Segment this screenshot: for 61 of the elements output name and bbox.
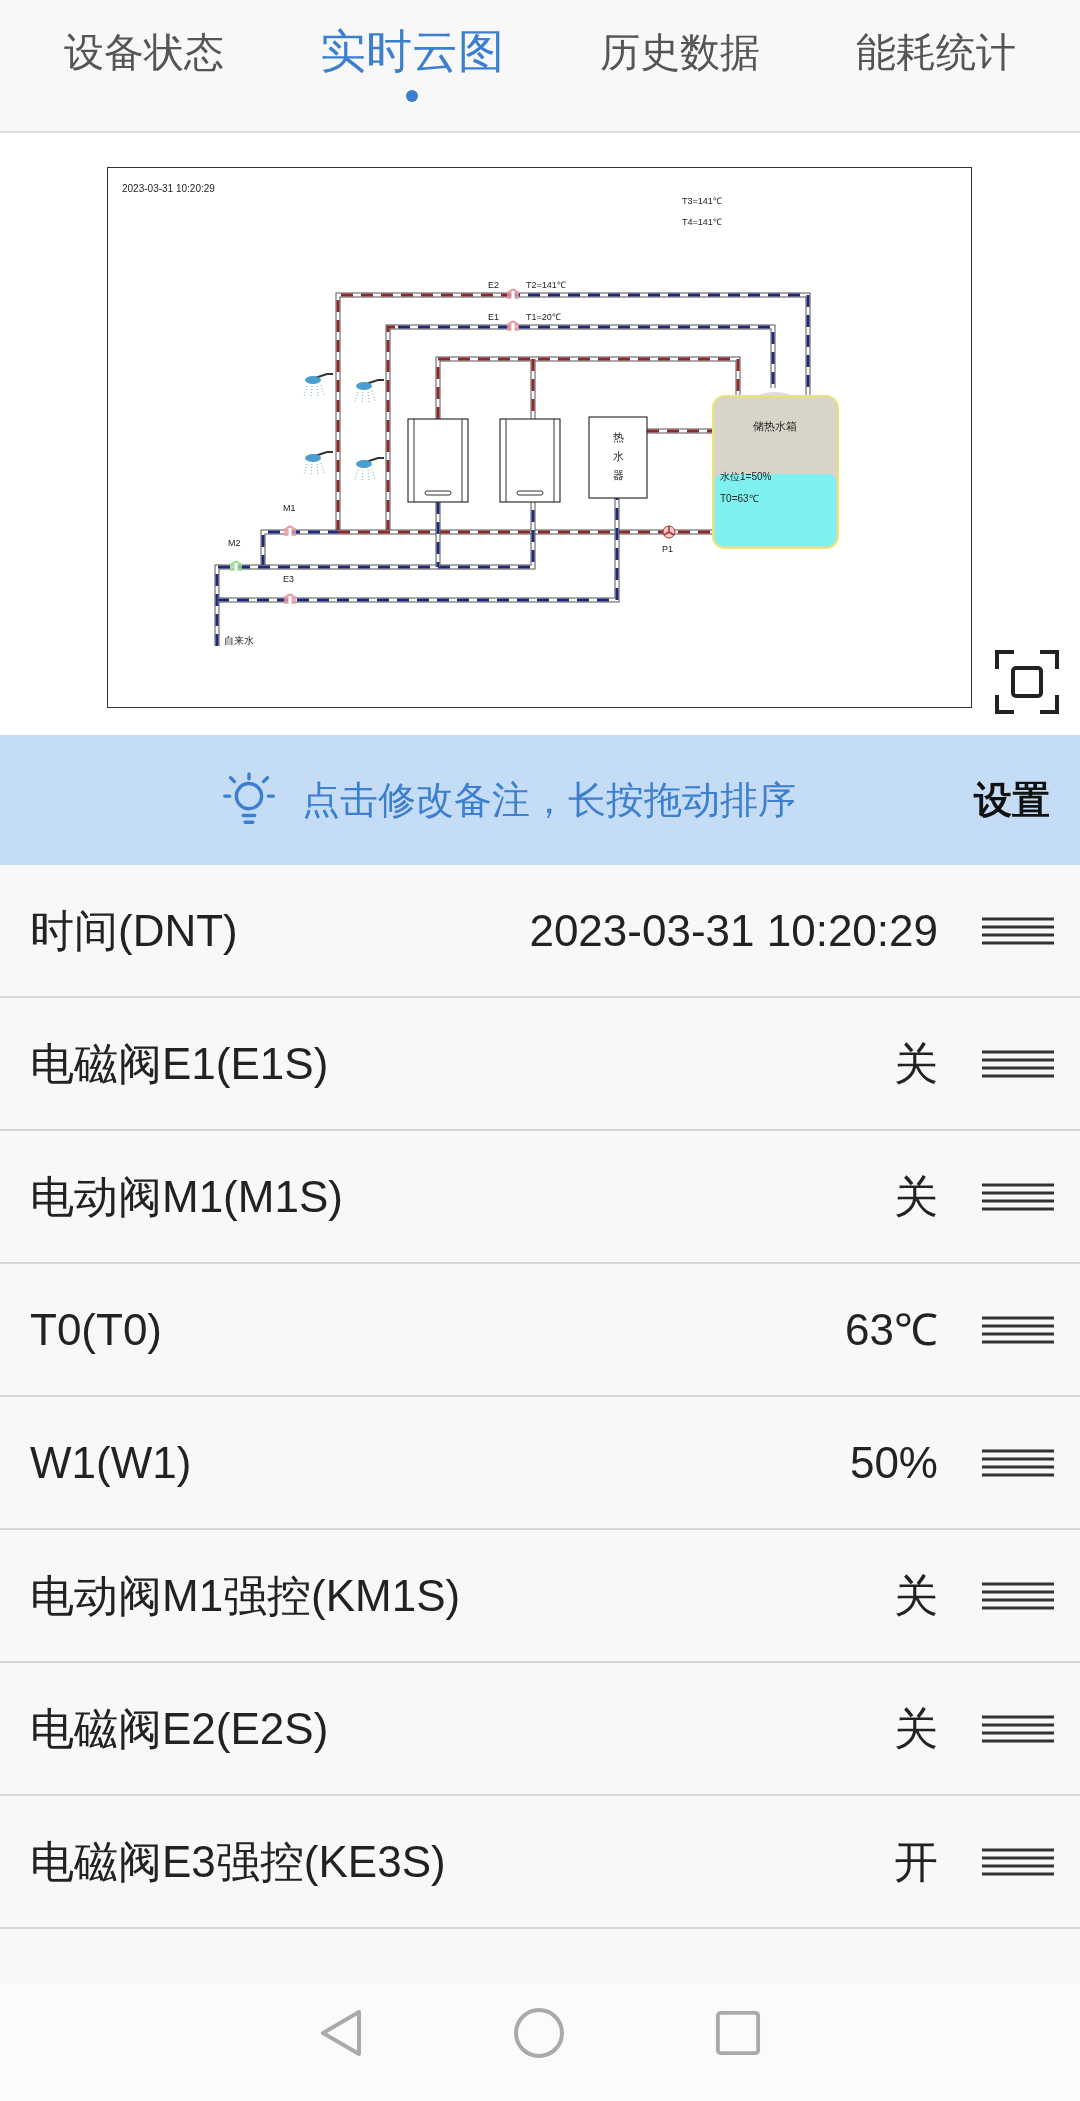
valve-label: E1 xyxy=(488,312,499,322)
valve-icon xyxy=(230,560,242,571)
valve-label: E2 xyxy=(488,280,499,290)
tank-level-reading: 水位1=50% xyxy=(720,471,772,482)
row-label: 电磁阀E3强控(KE3S) xyxy=(30,1835,446,1888)
shower-head-icon xyxy=(303,373,334,397)
tank-title: 储热水箱 xyxy=(753,420,797,432)
row-value: 关 xyxy=(894,1702,938,1755)
valve-icon xyxy=(284,525,296,536)
tab[interactable]: 设备状态 xyxy=(64,0,224,72)
drag-handle-icon[interactable] xyxy=(982,1447,1054,1478)
pump-icon xyxy=(662,525,676,539)
valve-icon xyxy=(507,320,519,331)
settings-button[interactable]: 设置 xyxy=(974,771,1050,829)
drag-handle-icon[interactable] xyxy=(982,915,1054,946)
row-value: 50% xyxy=(849,1436,938,1489)
drag-handle-icon[interactable] xyxy=(982,1048,1054,1079)
drag-handle-icon[interactable] xyxy=(982,1181,1054,1212)
row-label: 电动阀M1强控(KM1S) xyxy=(30,1569,461,1622)
tip-text: 点击修改备注，长按拖动排序 xyxy=(302,777,796,823)
shower-head-icon xyxy=(354,457,385,481)
valve-icon xyxy=(507,288,519,299)
row-label: 电磁阀E1(E1S) xyxy=(30,1037,329,1090)
water-heater-label: 热 xyxy=(612,431,624,443)
tab[interactable]: 能耗统计 xyxy=(856,0,1016,72)
water-heater-label: 器 xyxy=(612,469,624,481)
tab[interactable]: 实时云图 xyxy=(320,0,504,102)
tab[interactable]: 历史数据 xyxy=(600,0,760,72)
tank-temperature-reading: T0=63℃ xyxy=(720,493,759,504)
row-label: W1(W1) xyxy=(30,1436,192,1489)
drag-handle-icon[interactable] xyxy=(982,1314,1054,1345)
shower-head-icon xyxy=(354,379,385,403)
drag-handle-icon[interactable] xyxy=(982,1580,1054,1611)
row-label: T0(T0) xyxy=(30,1303,162,1356)
water-heater-label: 水 xyxy=(612,450,624,462)
row-value: 关 xyxy=(894,1569,938,1622)
valve-label: E3 xyxy=(283,574,294,584)
temperature-reading: T1=20℃ xyxy=(526,312,561,322)
shower-head-icon xyxy=(303,451,334,475)
inlet-label: 自来水 xyxy=(224,635,254,646)
temperature-reading: T3=141℃ xyxy=(682,196,722,206)
row-label: 时间(DNT) xyxy=(30,904,238,957)
pump-label: P1 xyxy=(662,544,673,554)
valve-icon xyxy=(284,593,296,604)
drag-handle-icon[interactable] xyxy=(982,1713,1054,1744)
valve-label: M2 xyxy=(228,538,241,548)
row-value: 开 xyxy=(894,1835,938,1888)
diagram-timestamp: 2023-03-31 10:20:29 xyxy=(122,183,215,194)
temperature-reading: T2=141℃ xyxy=(526,280,566,290)
row-value: 关 xyxy=(894,1037,938,1090)
row-value: 63℃ xyxy=(845,1303,938,1356)
row-value: 2023-03-31 10:20:29 xyxy=(529,904,938,957)
row-label: 电磁阀E2(E2S) xyxy=(30,1702,329,1755)
drag-handle-icon[interactable] xyxy=(982,1846,1054,1877)
boiler-icon xyxy=(499,418,561,503)
row-value: 关 xyxy=(894,1170,938,1223)
temperature-reading: T4=141℃ xyxy=(682,217,722,227)
fullscreen-button[interactable] xyxy=(994,649,1060,715)
row-label: 电动阀M1(M1S) xyxy=(30,1170,343,1223)
valve-label: M1 xyxy=(283,503,296,513)
boiler-icon xyxy=(407,418,469,503)
